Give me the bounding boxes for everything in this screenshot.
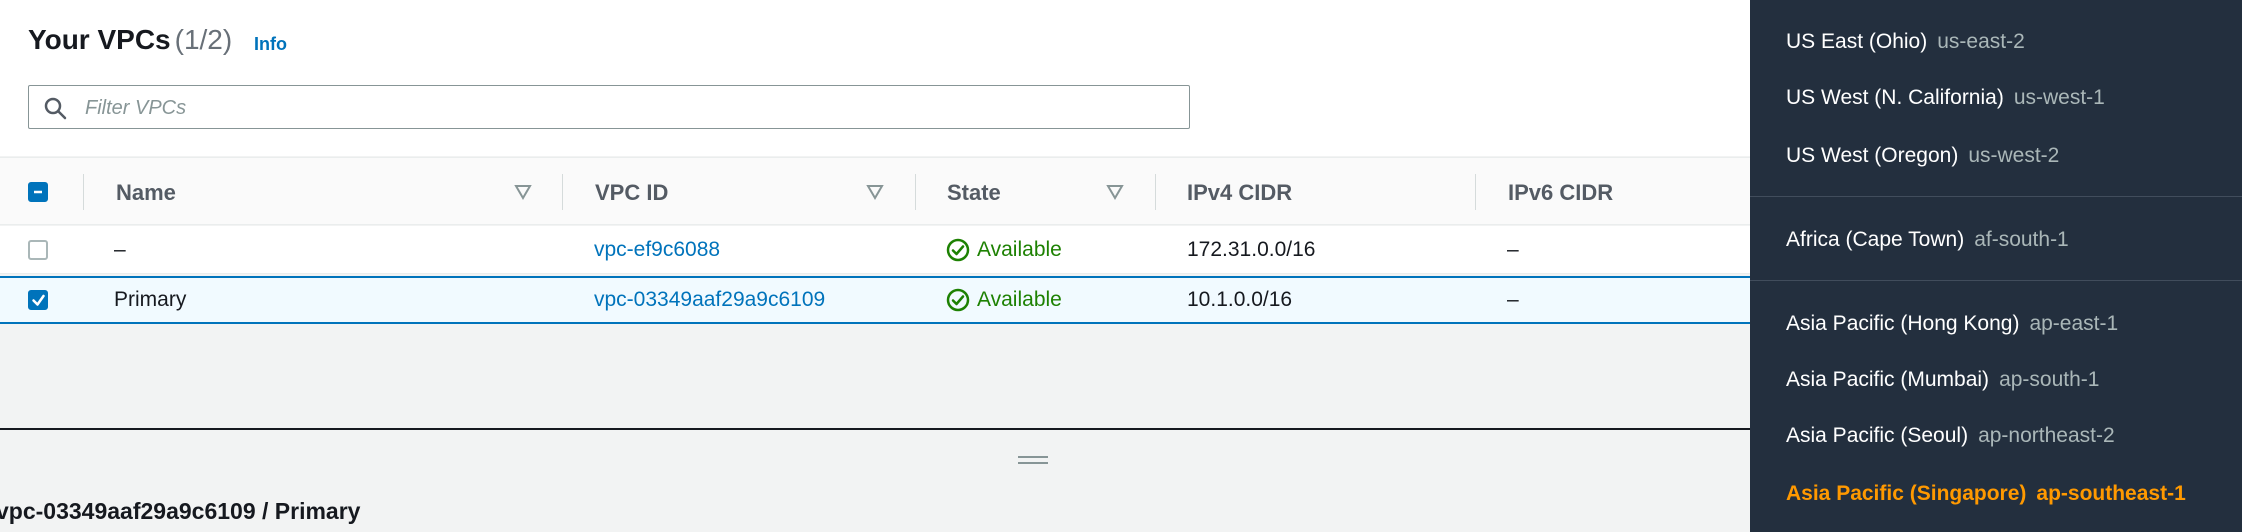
region-code: us-west-2: [1968, 144, 2060, 167]
region-code: ap-east-1: [2029, 312, 2119, 335]
region-group-divider: [1750, 280, 2242, 281]
row-checkbox[interactable]: [28, 240, 48, 260]
table-row[interactable]: – vpc-ef9c6088 Available 172.31.0.0/16 –: [0, 226, 1750, 274]
table-header: Name VPC ID State IPv4 CIDR IPv6 CIDR: [0, 157, 1750, 225]
region-item-af-south-1[interactable]: Africa (Cape Town) af-south-1: [1786, 228, 2069, 252]
region-item-ap-east-1[interactable]: Asia Pacific (Hong Kong) ap-east-1: [1786, 312, 2118, 336]
cell-ipv6-cidr: –: [1507, 238, 1519, 261]
region-dropdown-menu: US East (Ohio) us-east-2 US West (N. Cali…: [1750, 0, 2242, 532]
column-header-state[interactable]: State: [947, 180, 1001, 206]
vpc-list-header: Your VPCs (1/2) Info: [0, 0, 1750, 156]
region-item-us-west-1[interactable]: US West (N. California) us-west-1: [1786, 86, 2105, 110]
resize-handle-icon[interactable]: [1018, 454, 1048, 466]
sort-icon[interactable]: [1106, 184, 1124, 200]
region-code: ap-south-1: [1999, 368, 2100, 391]
cell-ipv6-cidr: –: [1507, 288, 1519, 311]
vpc-main-panel: Your VPCs(1/2) Info Name VPC ID State IP…: [0, 0, 1750, 532]
cell-ipv4-cidr: 172.31.0.0/16: [1187, 238, 1316, 261]
column-separator: [562, 174, 563, 210]
row-checkbox[interactable]: [28, 290, 48, 310]
search-icon: [44, 97, 67, 120]
region-name: US West (N. California): [1786, 86, 2004, 109]
region-name: US East (Ohio): [1786, 30, 1928, 53]
region-name: US West (Oregon): [1786, 144, 1959, 167]
cell-name: Primary: [114, 288, 187, 311]
column-header-vpc-id[interactable]: VPC ID: [595, 180, 668, 206]
page-title-text: Your VPCs: [28, 24, 171, 55]
cell-ipv4-cidr: 10.1.0.0/16: [1187, 288, 1293, 311]
region-name: Asia Pacific (Hong Kong): [1786, 312, 2020, 335]
region-name: Asia Pacific (Mumbai): [1786, 368, 1990, 391]
region-code: us-east-2: [1937, 30, 2025, 53]
region-code: ap-northeast-2: [1978, 424, 2115, 447]
region-code: af-south-1: [1974, 228, 2069, 251]
region-item-ap-northeast-2[interactable]: Asia Pacific (Seoul) ap-northeast-2: [1786, 424, 2115, 448]
region-code: ap-southeast-1: [2036, 482, 2186, 505]
column-header-ipv6-cidr[interactable]: IPv6 CIDR: [1508, 180, 1613, 206]
region-name: Asia Pacific (Singapore): [1786, 482, 2027, 505]
filter-box[interactable]: [28, 85, 1190, 129]
cell-vpc-id-link[interactable]: vpc-03349aaf29a9c6109: [594, 288, 825, 312]
selection-count: (1/2): [174, 24, 233, 55]
cell-state: Available: [977, 238, 1062, 261]
column-header-ipv4-cidr[interactable]: IPv4 CIDR: [1187, 180, 1292, 206]
region-item-ap-south-1[interactable]: Asia Pacific (Mumbai) ap-south-1: [1786, 368, 2099, 392]
cell-name: –: [114, 238, 126, 261]
sort-icon[interactable]: [514, 184, 532, 200]
column-separator: [1155, 174, 1156, 210]
region-item-us-east-2[interactable]: US East (Ohio) us-east-2: [1786, 30, 2025, 54]
cell-vpc-id-link[interactable]: vpc-ef9c6088: [594, 238, 720, 262]
details-panel-title: vpc-03349aaf29a9c6109 / Primary: [0, 498, 361, 524]
page-title: Your VPCs (1/2): [28, 24, 232, 56]
region-group-divider: [1750, 196, 2242, 197]
sort-icon[interactable]: [866, 184, 884, 200]
region-item-us-west-2[interactable]: US West (Oregon) us-west-2: [1786, 144, 2059, 168]
success-check-icon: [946, 288, 970, 312]
success-check-icon: [946, 238, 970, 262]
region-code: us-west-1: [2013, 86, 2105, 109]
region-item-ap-southeast-1[interactable]: Asia Pacific (Singapore) ap-southeast-1: [1786, 482, 2186, 506]
cell-state: Available: [977, 288, 1062, 311]
select-all-checkbox[interactable]: [28, 182, 48, 202]
column-separator: [915, 174, 916, 210]
column-separator: [83, 174, 84, 210]
region-name: Africa (Cape Town): [1786, 228, 1965, 251]
column-header-name[interactable]: Name: [116, 180, 176, 206]
table-row-selected[interactable]: Primary vpc-03349aaf29a9c6109 Available …: [0, 276, 1750, 324]
split-panel-divider: [0, 428, 1750, 430]
column-separator: [1475, 174, 1476, 210]
region-name: Asia Pacific (Seoul): [1786, 424, 1969, 447]
info-link[interactable]: Info: [254, 34, 287, 55]
filter-input[interactable]: [83, 92, 1177, 124]
